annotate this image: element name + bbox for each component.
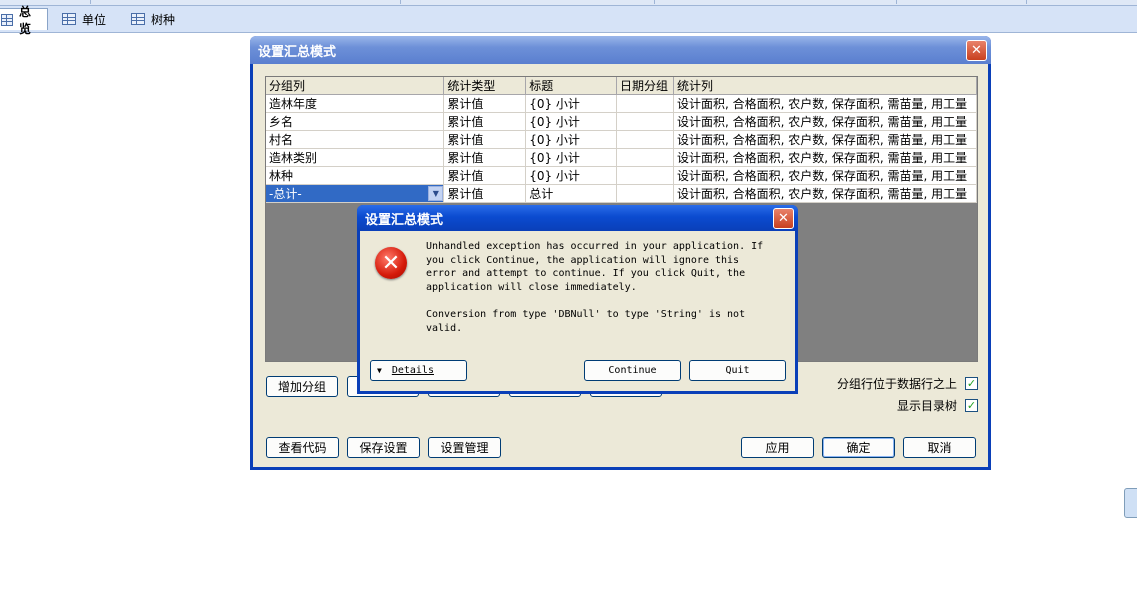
table-row[interactable]: 造林类别 累计值 {0} 小计 设计面积, 合格面积, 农户数, 保存面积, 需… — [266, 148, 977, 167]
tab-label: 总览 — [19, 4, 32, 36]
cell-date-group[interactable] — [616, 166, 674, 185]
cell-stat-type[interactable]: 累计值 — [443, 130, 527, 149]
checkbox-checked-icon[interactable]: ✓ — [965, 377, 978, 390]
column-header[interactable]: 统计类型 — [443, 77, 527, 95]
continue-button[interactable]: Continue — [584, 360, 681, 381]
group-above-option[interactable]: 分组行位于数据行之上 ✓ — [837, 375, 978, 392]
cell-stat-columns[interactable]: 设计面积, 合格面积, 农户数, 保存面积, 需苗量, 用工量 — [673, 184, 977, 203]
cell-group-column[interactable]: 村名 — [266, 130, 445, 149]
error-icon: ✕ — [375, 247, 407, 279]
tab-unit[interactable]: 单位 — [54, 8, 120, 30]
cell-stat-type[interactable]: 累计值 — [443, 94, 527, 113]
cell-title[interactable]: {0} 小计 — [525, 112, 618, 131]
table-row[interactable]: 村名 累计值 {0} 小计 设计面积, 合格面积, 农户数, 保存面积, 需苗量… — [266, 130, 977, 149]
cell-group-column-editor[interactable]: -总计- ▼ — [266, 184, 445, 203]
cell-stat-type[interactable]: 累计值 — [443, 112, 527, 131]
button-label: Continue — [608, 365, 657, 376]
button-label: Quit — [725, 365, 750, 376]
dialog-titlebar: 设置汇总模式 — [250, 36, 991, 64]
table-header-row: 分组列 统计类型 标题 日期分组 统计列 — [266, 77, 977, 95]
ok-button[interactable]: 确定 — [822, 437, 895, 458]
cell-group-column[interactable]: 造林类别 — [266, 148, 445, 167]
close-icon[interactable]: ✕ — [773, 208, 794, 229]
checkbox-checked-icon[interactable]: ✓ — [965, 399, 978, 412]
checkbox-label: 显示目录树 — [896, 399, 957, 413]
tab-overview[interactable]: 总览 — [0, 5, 48, 36]
details-button[interactable]: ▼ Details — [370, 360, 467, 381]
table-row-selected[interactable]: -总计- ▼ 累计值 总计 设计面积, 合格面积, 农户数, 保存面积, 需苗量… — [266, 184, 977, 203]
exception-dialog: 设置汇总模式 ✕ ✕ Unhandled exception has occur… — [357, 205, 798, 394]
save-settings-button[interactable]: 保存设置 — [347, 437, 420, 458]
grid-icon — [62, 13, 76, 25]
column-header[interactable]: 标题 — [525, 77, 618, 95]
view-tab-bar: 总览 单位 树种 — [0, 5, 1137, 36]
side-panel-handle[interactable] — [1124, 488, 1137, 518]
cell-stat-columns[interactable]: 设计面积, 合格面积, 农户数, 保存面积, 需苗量, 用工量 — [673, 148, 977, 167]
cell-date-group[interactable] — [616, 112, 674, 131]
grid-icon — [1, 13, 13, 26]
cell-stat-columns[interactable]: 设计面积, 合格面积, 农户数, 保存面积, 需苗量, 用工量 — [673, 112, 977, 131]
checkbox-label: 分组行位于数据行之上 — [836, 377, 957, 391]
cell-date-group[interactable] — [616, 94, 674, 113]
close-icon[interactable]: ✕ — [966, 40, 987, 61]
cell-title[interactable]: {0} 小计 — [525, 94, 618, 113]
group-table: 分组列 统计类型 标题 日期分组 统计列 造林年度 累计值 {0} 小计 设计面… — [266, 77, 977, 203]
dialog-titlebar: 设置汇总模式 — [357, 205, 798, 231]
cell-stat-columns[interactable]: 设计面积, 合格面积, 农户数, 保存面积, 需苗量, 用工量 — [673, 166, 977, 185]
column-header[interactable]: 统计列 — [673, 77, 977, 95]
cell-title[interactable]: 总计 — [525, 184, 618, 203]
cell-group-column[interactable]: 林种 — [266, 166, 445, 185]
cell-date-group[interactable] — [616, 130, 674, 149]
column-header[interactable]: 日期分组 — [616, 77, 674, 95]
table-row[interactable]: 造林年度 累计值 {0} 小计 设计面积, 合格面积, 农户数, 保存面积, 需… — [266, 94, 977, 113]
button-label: Details — [391, 365, 434, 376]
cell-group-column[interactable]: 造林年度 — [266, 94, 445, 113]
quit-button[interactable]: Quit — [689, 360, 786, 381]
tab-tree-species[interactable]: 树种 — [123, 8, 189, 30]
cell-stat-columns[interactable]: 设计面积, 合格面积, 农户数, 保存面积, 需苗量, 用工量 — [673, 94, 977, 113]
cell-value: -总计- — [269, 187, 302, 201]
cell-stat-type[interactable]: 累计值 — [443, 184, 527, 203]
dialog-title: 设置汇总模式 — [258, 44, 337, 60]
column-header[interactable]: 分组列 — [266, 77, 445, 95]
table-row[interactable]: 乡名 累计值 {0} 小计 设计面积, 合格面积, 农户数, 保存面积, 需苗量… — [266, 112, 977, 131]
cell-title[interactable]: {0} 小计 — [525, 130, 618, 149]
dialog-body: ✕ Unhandled exception has occurred in yo… — [360, 231, 795, 391]
table-row[interactable]: 林种 累计值 {0} 小计 设计面积, 合格面积, 农户数, 保存面积, 需苗量… — [266, 166, 977, 185]
error-message: Unhandled exception has occurred in your… — [426, 241, 764, 334]
cancel-button[interactable]: 取消 — [903, 437, 976, 458]
cell-stat-type[interactable]: 累计值 — [443, 166, 527, 185]
cell-title[interactable]: {0} 小计 — [525, 148, 618, 167]
apply-button[interactable]: 应用 — [741, 437, 814, 458]
dialog-title: 设置汇总模式 — [365, 212, 444, 228]
settings-manage-button[interactable]: 设置管理 — [428, 437, 501, 458]
cell-date-group[interactable] — [616, 148, 674, 167]
tab-label: 单位 — [82, 12, 107, 27]
chevron-down-icon: ▼ — [377, 366, 382, 375]
add-group-button[interactable]: 增加分组 — [266, 376, 338, 397]
tab-label: 树种 — [151, 12, 176, 27]
cell-date-group[interactable] — [616, 184, 674, 203]
cell-title[interactable]: {0} 小计 — [525, 166, 618, 185]
view-code-button[interactable]: 查看代码 — [266, 437, 339, 458]
chevron-down-icon[interactable]: ▼ — [428, 186, 443, 201]
cell-stat-columns[interactable]: 设计面积, 合格面积, 农户数, 保存面积, 需苗量, 用工量 — [673, 130, 977, 149]
cell-group-column[interactable]: 乡名 — [266, 112, 445, 131]
cell-stat-type[interactable]: 累计值 — [443, 148, 527, 167]
show-tree-option[interactable]: 显示目录树 ✓ — [897, 397, 978, 414]
grid-icon — [131, 13, 145, 25]
